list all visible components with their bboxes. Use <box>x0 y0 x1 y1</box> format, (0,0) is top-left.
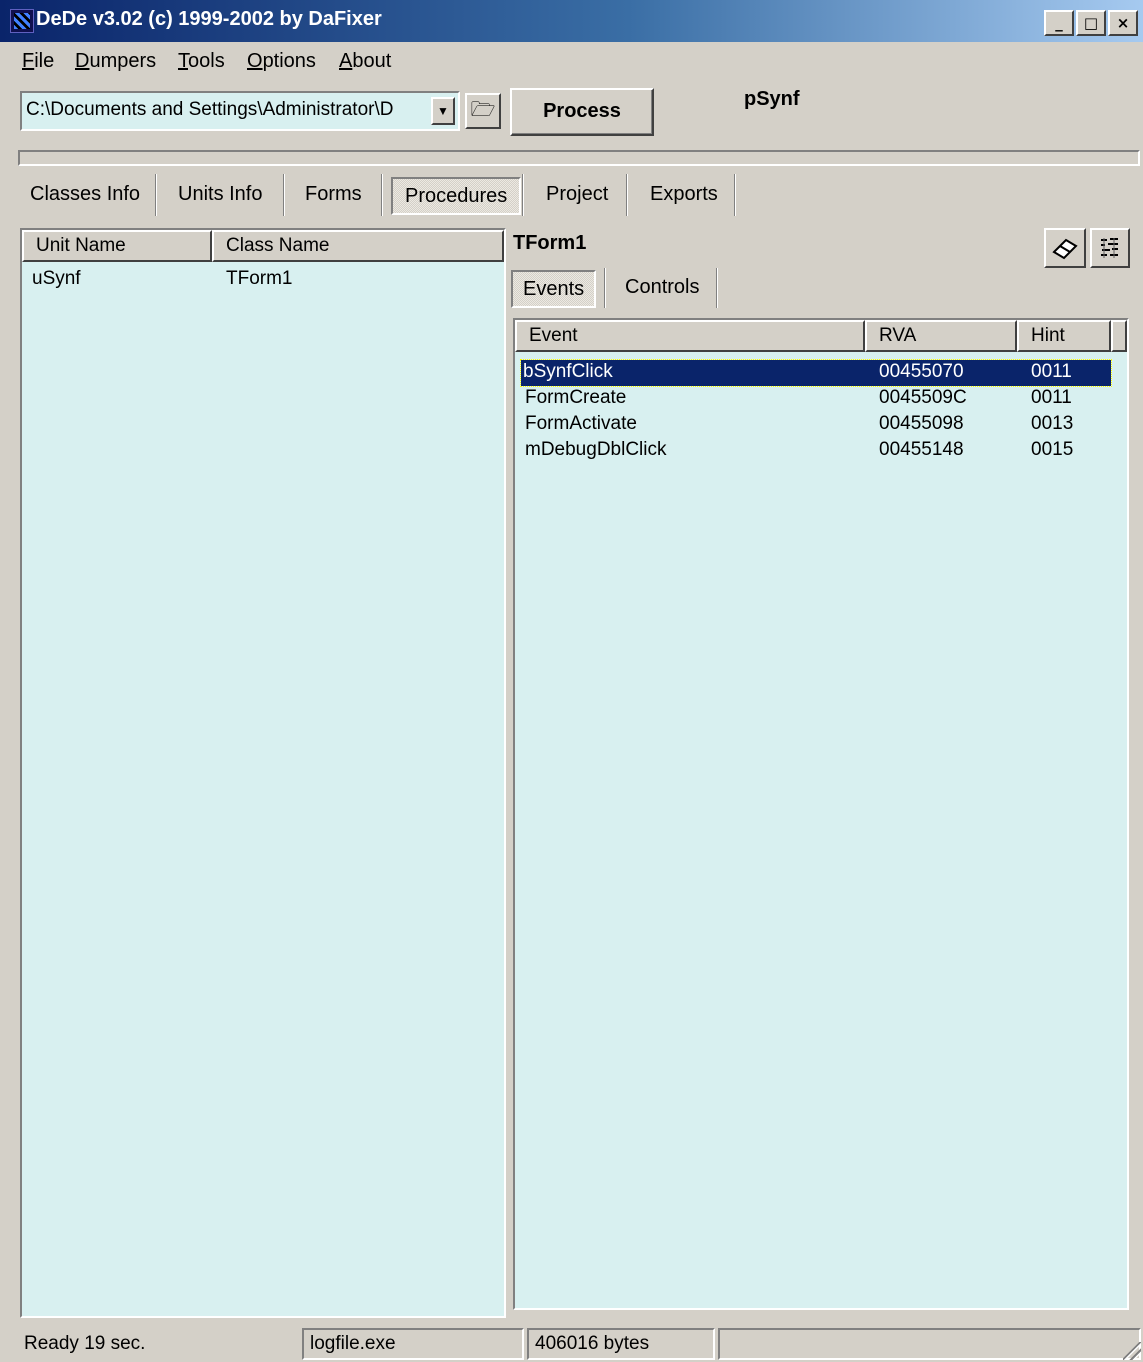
event-cell: FormActivate <box>525 413 637 434</box>
tab-separator <box>381 174 383 216</box>
folder-open-icon: 🗁 <box>470 99 496 121</box>
hint-cell: 0013 <box>1031 413 1074 434</box>
table-row[interactable]: FormCreate 0045509C 0011 <box>521 386 1111 412</box>
hint-cell: 0015 <box>1031 439 1074 460</box>
eraser-button[interactable] <box>1044 228 1086 268</box>
dropdown-arrow-icon[interactable]: ▼ <box>431 97 455 125</box>
disassemble-button[interactable] <box>1090 228 1130 268</box>
column-header-unit-name[interactable]: Unit Name <box>22 230 212 262</box>
table-row[interactable]: mDebugDblClick 00455148 0015 <box>521 438 1111 464</box>
tab-separator <box>522 174 524 216</box>
resize-grip-icon[interactable] <box>1123 1342 1141 1360</box>
column-header-rva[interactable]: RVA <box>865 320 1017 352</box>
status-size: 406016 bytes <box>527 1328 715 1360</box>
tab-procedures[interactable]: Procedures <box>391 177 522 215</box>
file-path-combo[interactable]: C:\Documents and Settings\Administrator\… <box>20 91 460 131</box>
units-list[interactable]: Unit Name Class Name uSynf TForm1 <box>20 228 506 1318</box>
status-empty <box>718 1328 1141 1360</box>
column-header-hint[interactable]: Hint <box>1017 320 1111 352</box>
class-name-cell: TForm1 <box>226 268 293 289</box>
close-button[interactable]: × <box>1108 10 1138 36</box>
hint-cell: 0011 <box>1031 361 1072 382</box>
tab-separator <box>155 174 157 216</box>
column-header-class-name[interactable]: Class Name <box>212 230 504 262</box>
event-cell: bSynfClick <box>523 361 613 382</box>
eraser-icon <box>1052 238 1078 260</box>
menu-dumpers[interactable]: Dumpers <box>75 50 156 73</box>
rva-cell: 00455148 <box>879 439 964 460</box>
open-folder-button[interactable]: 🗁 <box>465 93 501 129</box>
tab-classes-info[interactable]: Classes Info <box>18 176 152 216</box>
tab-units-info[interactable]: Units Info <box>166 176 274 216</box>
tab-controls[interactable]: Controls <box>615 270 709 308</box>
tab-exports[interactable]: Exports <box>638 176 730 216</box>
table-row[interactable]: bSynfClick 00455070 0011 <box>520 359 1112 387</box>
tab-separator <box>734 174 736 216</box>
tab-events[interactable]: Events <box>511 270 597 308</box>
table-row[interactable]: uSynf TForm1 <box>22 266 504 292</box>
menu-file[interactable]: File <box>22 50 54 73</box>
rva-cell: 00455070 <box>879 361 964 382</box>
tab-separator <box>716 268 718 308</box>
event-cell: FormCreate <box>525 387 627 408</box>
title-bar[interactable]: DeDe v3.02 (c) 1999-2002 by DaFixer _ □ … <box>0 0 1143 42</box>
menu-options[interactable]: Options <box>247 50 316 73</box>
column-header-filler <box>1111 320 1127 352</box>
tab-separator <box>626 174 628 216</box>
events-list[interactable]: Event RVA Hint bSynfClick 00455070 0011 … <box>513 318 1129 1310</box>
tab-separator <box>604 268 606 308</box>
status-file: logfile.exe <box>302 1328 524 1360</box>
menu-tools[interactable]: Tools <box>178 50 225 73</box>
file-path-value[interactable]: C:\Documents and Settings\Administrator\… <box>26 99 431 121</box>
disassemble-icon <box>1099 237 1121 259</box>
project-name: pSynf <box>744 88 800 110</box>
app-icon <box>10 9 34 33</box>
progress-bar <box>18 150 1140 166</box>
rva-cell: 0045509C <box>879 387 967 408</box>
unit-name-cell: uSynf <box>32 268 81 289</box>
minimize-button[interactable]: _ <box>1044 10 1074 36</box>
status-state: Ready 19 sec. <box>24 1333 146 1354</box>
menu-about[interactable]: About <box>339 50 391 73</box>
maximize-button[interactable]: □ <box>1076 10 1106 36</box>
table-row[interactable]: FormActivate 00455098 0013 <box>521 412 1111 438</box>
form-title: TForm1 <box>513 232 587 254</box>
hint-cell: 0011 <box>1031 387 1072 408</box>
window-title: DeDe v3.02 (c) 1999-2002 by DaFixer <box>36 8 382 30</box>
rva-cell: 00455098 <box>879 413 964 434</box>
process-button[interactable]: Process <box>510 88 654 136</box>
tab-forms[interactable]: Forms <box>293 176 374 216</box>
tab-project[interactable]: Project <box>534 176 620 216</box>
tab-separator <box>283 174 285 216</box>
event-cell: mDebugDblClick <box>525 439 667 460</box>
column-header-event[interactable]: Event <box>515 320 865 352</box>
